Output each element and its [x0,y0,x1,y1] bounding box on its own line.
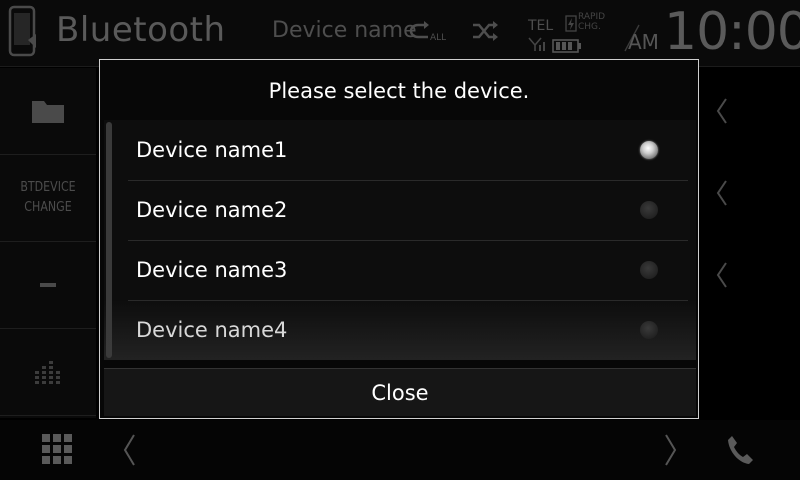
radio-unselected-icon[interactable] [640,321,658,339]
btdevice-change-button[interactable]: BTDEVICE CHANGE [0,155,96,242]
list-scrollbar[interactable] [106,122,112,358]
repeat-mode-label: ALL [430,33,446,42]
charge-icon [565,15,577,32]
apps-grid-icon[interactable] [42,434,72,464]
device-list-item[interactable]: Device name1 [116,120,696,180]
folder-icon [32,101,64,123]
repeat-icon[interactable]: ALL [408,20,446,42]
signal-icon [528,37,545,51]
radio-unselected-icon[interactable] [640,201,658,219]
chevron-left-icon[interactable] [712,96,732,126]
radio-unselected-icon[interactable] [640,261,658,279]
radio-selected-icon[interactable] [640,141,658,159]
device-label: Device name4 [136,318,288,342]
connected-device-name: Device name [272,18,417,43]
chevron-left-icon[interactable] [712,260,732,290]
dash-icon [40,283,56,287]
app-title: Bluetooth [56,10,226,50]
device-select-dialog: Please select the device. Device name1 D… [99,59,699,419]
dialog-title: Please select the device. [268,79,530,103]
folder-button[interactable] [0,68,96,155]
shuffle-icon[interactable] [472,20,498,42]
clock: 10:00 [664,2,800,62]
device-list-item[interactable]: Device name4 [116,300,696,360]
chevron-left-icon[interactable] [120,432,138,468]
close-button[interactable]: Close [104,368,696,416]
left-function-sidebar: BTDEVICE CHANGE [0,68,96,418]
rapid-charge-label: RAPID CHG. [578,12,606,32]
device-label: Device name2 [136,198,288,222]
device-label: Device name3 [136,258,288,282]
ampm-indicator: AM [628,30,659,54]
btdevice-change-label: BTDEVICE CHANGE [20,180,76,215]
dash-button[interactable] [0,242,96,329]
equalizer-button[interactable] [0,329,96,416]
dotgrid-icon [35,361,60,384]
battery-icon [552,39,581,53]
phone-icon[interactable] [726,434,754,466]
device-list-item[interactable]: Device name3 [116,240,696,300]
device-list[interactable]: Device name1 Device name2 Device name3 D… [104,120,696,360]
bluetooth-phone-icon[interactable] [6,4,46,60]
device-label: Device name1 [136,138,288,162]
top-status-bar: Bluetooth Device name ALL TEL RAPID CHG.… [0,0,800,67]
chevron-left-icon[interactable] [712,178,732,208]
device-list-item[interactable]: Device name2 [116,180,696,240]
tel-label: TEL [528,18,554,34]
chevron-right-icon[interactable] [662,432,680,468]
